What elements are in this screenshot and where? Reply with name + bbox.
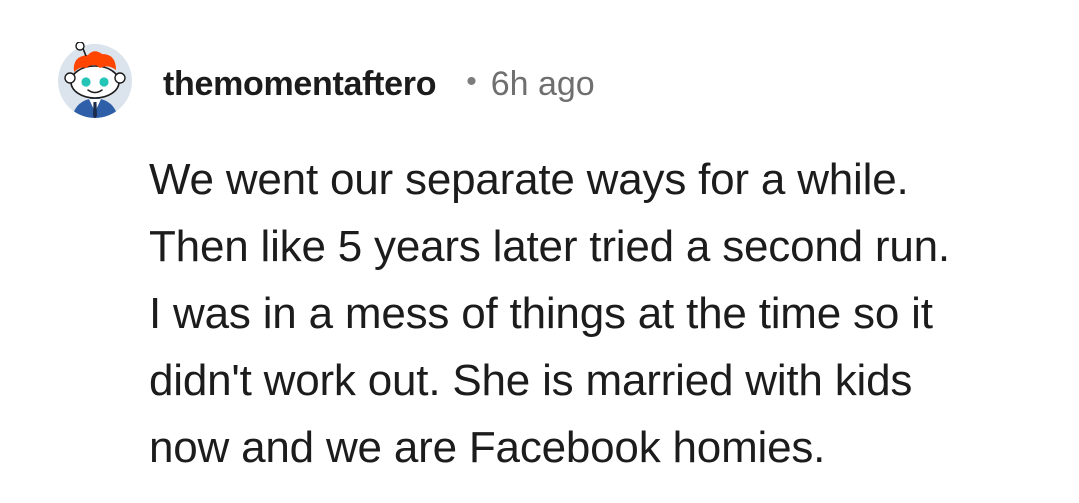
comment-body-line: We went our separate ways for a while. [149, 155, 909, 204]
snoo-avatar-icon [58, 41, 132, 118]
comment-body-line: I was in a mess of things at the time so… [149, 289, 933, 338]
comment-body-line: didn't work out. She is married with kid… [149, 356, 913, 405]
comment-body-line: now and we are Facebook homies. [149, 423, 826, 472]
comment: themomentaftero • 6h ago We went our sep… [0, 0, 1079, 503]
comment-body-line: Then like 5 years later tried a second r… [149, 222, 950, 271]
username-link[interactable]: themomentaftero [163, 65, 437, 104]
comment-body: We went our separate ways for a while. T… [149, 146, 1049, 481]
separator-dot: • [466, 65, 477, 98]
avatar[interactable] [56, 41, 134, 120]
comment-meta: themomentaftero • 6h ago [163, 62, 595, 106]
timestamp: 6h ago [490, 64, 595, 103]
